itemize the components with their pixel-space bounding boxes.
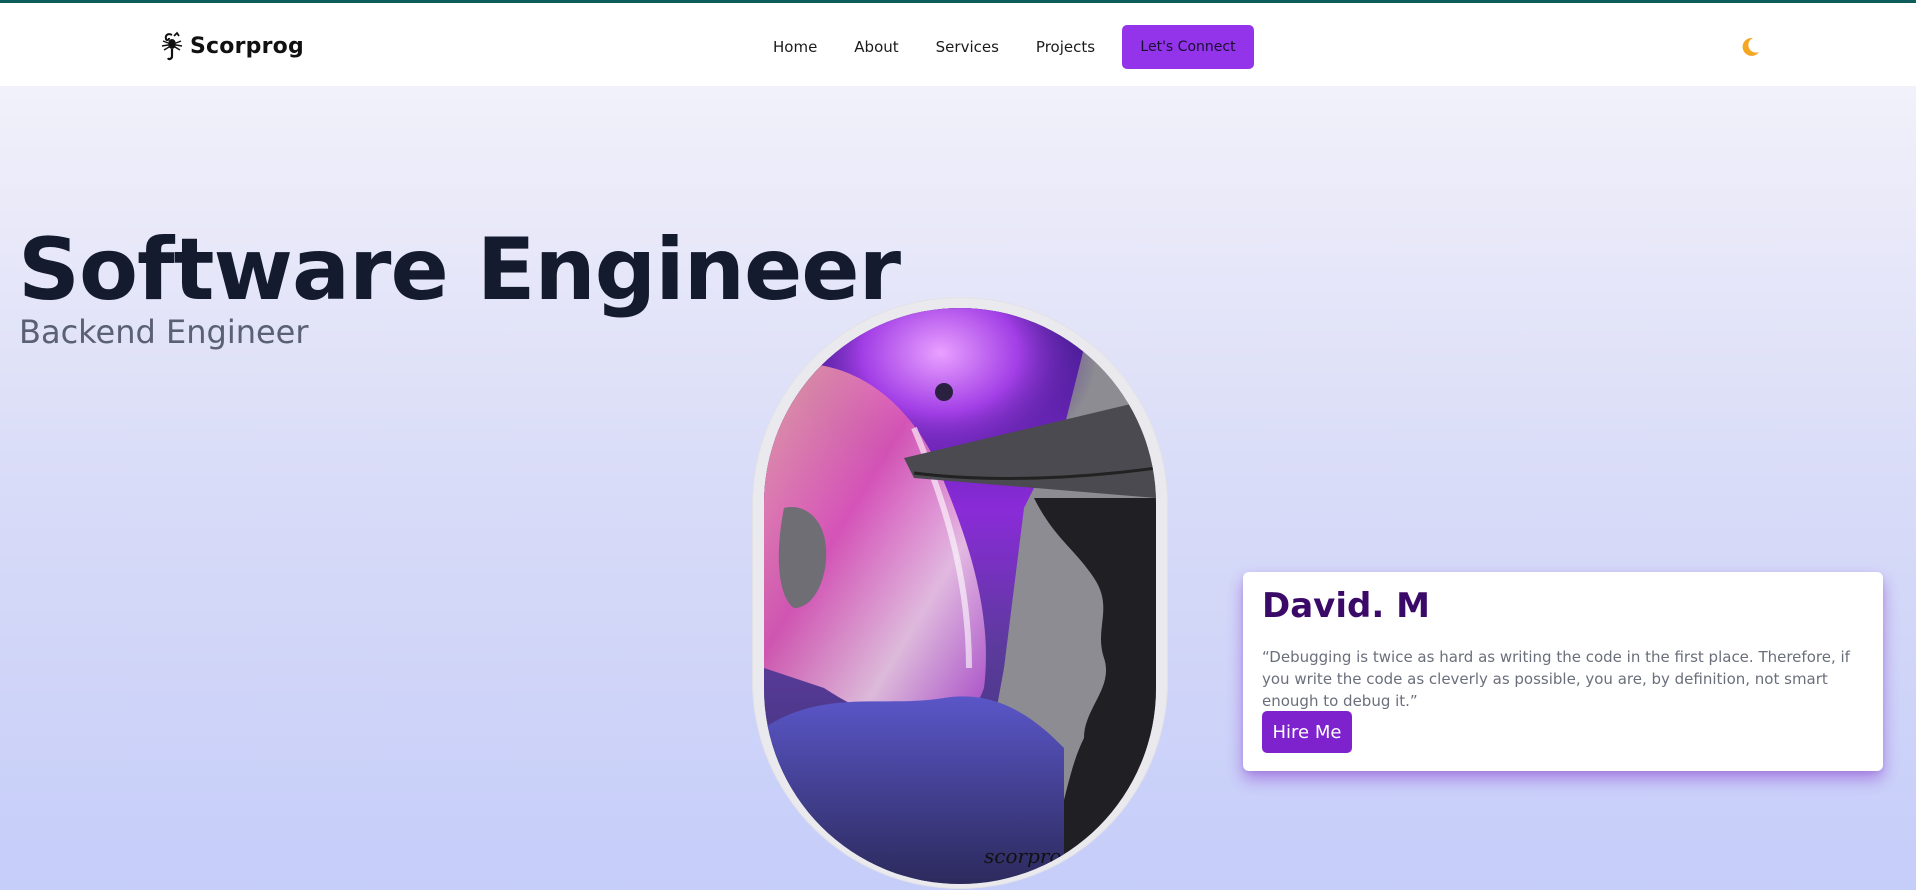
main-nav: Home About Services Projects xyxy=(773,25,1132,69)
nav-home-link[interactable]: Home xyxy=(773,38,817,56)
hire-me-button[interactable]: Hire Me xyxy=(1262,711,1352,753)
hero-title: Software Engineer xyxy=(18,220,901,320)
profile-name: David. M xyxy=(1262,586,1430,626)
portrait-signature: scorprog xyxy=(984,844,1074,868)
profile-portrait-image: scorprog xyxy=(764,308,1156,884)
nav-services-link[interactable]: Services xyxy=(936,38,999,56)
nav-projects-link[interactable]: Projects xyxy=(1036,38,1095,56)
theme-toggle-button[interactable] xyxy=(1738,35,1762,59)
hero-subtitle: Backend Engineer xyxy=(19,313,309,351)
scorpion-icon xyxy=(161,31,183,61)
nav-about-link[interactable]: About xyxy=(854,38,898,56)
profile-quote: “Debugging is twice as hard as writing t… xyxy=(1262,648,1850,710)
site-header: Scorprog Home About Services Projects Le… xyxy=(0,3,1916,86)
profile-card: David. M “Debugging is twice as hard as … xyxy=(1243,572,1883,771)
brand-logo-link[interactable]: Scorprog xyxy=(160,29,304,63)
moon-icon xyxy=(1742,37,1759,56)
lets-connect-button[interactable]: Let's Connect xyxy=(1122,25,1254,69)
brand-name: Scorprog xyxy=(190,33,304,59)
